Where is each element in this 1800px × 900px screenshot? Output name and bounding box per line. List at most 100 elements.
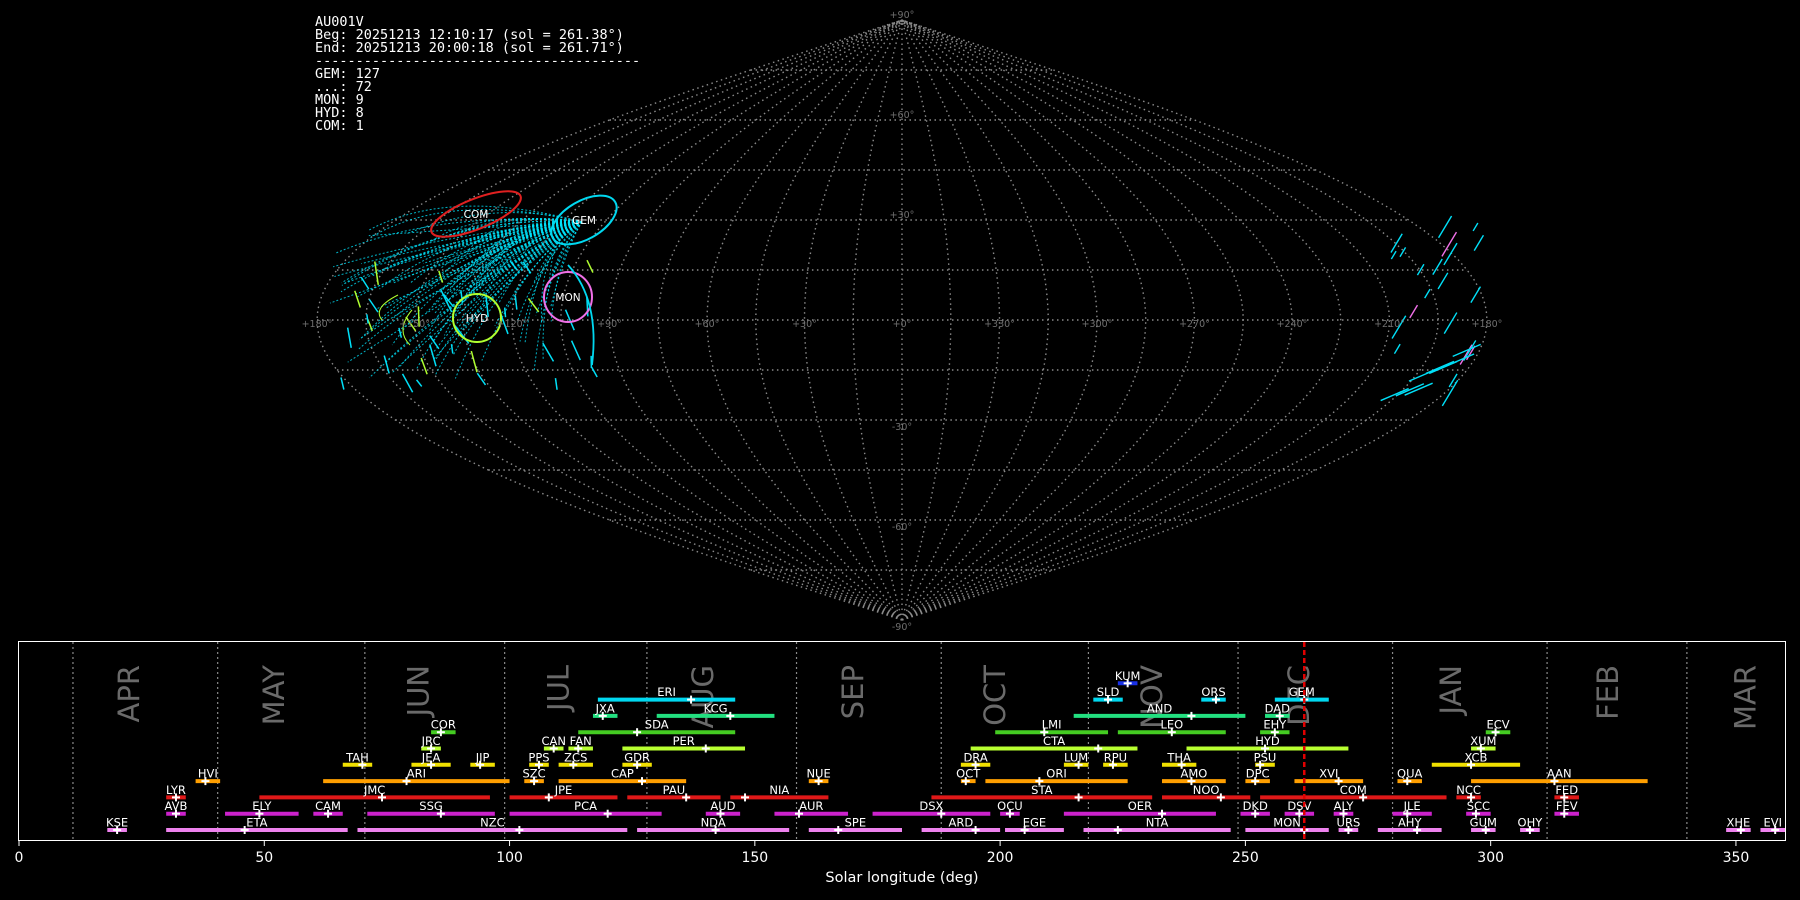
shower-label: JLE [1403,799,1421,813]
x-tick-label: 50 [255,850,273,866]
meteor-trails [329,205,1485,407]
month-label: DEC [1282,665,1316,726]
x-tick-label: 300 [1477,850,1504,866]
meteor-trail [368,298,379,313]
meteor-trail [346,327,352,348]
shower-label: CAM [315,799,341,813]
shower-label: CTA [1043,734,1065,748]
shower-label: ECV [1486,718,1509,732]
shower-label: PER [673,734,695,748]
latitude-label: +30° [890,210,915,221]
shower-label: GEM [1289,685,1315,699]
radiant-label: COM [464,209,489,221]
meteor-trail [1437,215,1453,239]
shower-label: NZC [480,816,505,830]
shower-label: ERI [657,685,676,699]
latitude-label: -60° [892,522,912,533]
longitude-label: +270° [1179,319,1210,330]
shower-label: SPE [845,816,867,830]
timeline-frame [18,641,1786,841]
shower-label: DRA [963,750,987,764]
x-tick-label: 150 [741,850,768,866]
shower-label: FED [1555,783,1578,797]
meteor-trail [1399,247,1407,258]
longitude-label: +120° [497,319,528,330]
shower-label: AMO [1180,767,1207,781]
meteor-trail [1409,304,1419,319]
month-label: JUN [402,665,436,718]
shower-label: AAN [1547,767,1572,781]
shower-label: CAN [541,734,566,748]
meteor-trail [383,355,390,374]
shower-label: ORI [1046,767,1066,781]
month-label: JAN [1434,665,1468,717]
shower-label: JEA [421,750,441,764]
shower-label: SCC [1467,799,1490,813]
latitude-label: -30° [892,422,912,433]
shower-label: JPE [554,783,573,797]
shower-label: COM [1340,783,1367,797]
shower-label: OCU [997,799,1023,813]
shower-label: ZCS [564,750,587,764]
mon-trail [567,264,595,366]
shower-label: KUM [1115,669,1141,683]
meteor-trail [366,314,369,324]
shower-label: NIA [769,783,789,797]
x-tick-label: 250 [1232,850,1259,866]
latitude-label: -90° [892,622,912,633]
meteor-trail [1425,360,1455,374]
shower-label: MON [1273,816,1301,830]
meteor-trail [1441,231,1458,257]
x-axis: 0 50 100 150 200 250 300 350 [15,841,1750,866]
shower-label: HYD [1255,734,1280,748]
shower-label: AUD [710,799,735,813]
shower-label: LYR [166,783,186,797]
meteor-trail [514,295,518,310]
meteor-trail [570,340,581,361]
longitude-label: +180° [1472,319,1503,330]
radiant-label: GEM [572,215,596,227]
meteor-trail [503,307,507,318]
longitude-label: +0° [893,319,912,330]
meteor-trail [454,325,470,344]
shower-label: ARD [949,816,974,830]
longitude-label: +60° [695,319,720,330]
shower-label: EVI [1763,816,1782,830]
meteor-trail [429,344,437,367]
shower-label: DSX [919,799,943,813]
x-tick-label: 200 [987,850,1014,866]
shower-label: TAH [345,750,369,764]
shower-label: PPS [528,750,549,764]
shower-label: ALY [1334,799,1355,813]
meteor-trail [1424,288,1431,299]
shower-label: SDA [645,718,669,732]
meteor-trail [1473,234,1485,251]
x-tick-label: 100 [496,850,523,866]
shower-label: GUM [1470,816,1497,830]
radiant-label: MON [555,292,580,304]
x-tick-label: 350 [1723,850,1750,866]
shower-label: OHY [1518,816,1544,830]
shower-label: SZC [522,767,545,781]
month-label: SEP [836,665,870,719]
meridian-line [901,19,1391,621]
meteor-trail [1432,258,1443,275]
meteor-trail [415,379,423,387]
meteor-trail [476,372,487,386]
longitude-label: +300° [1082,319,1113,330]
longitude-label: +180° [302,319,333,330]
meridian-line [365,19,903,621]
month-label: AUG [686,665,720,729]
month-label: FEB [1591,665,1625,720]
shower-label: XCB [1464,750,1487,764]
meteor-trail [360,276,370,290]
longitude-label: +30° [792,319,817,330]
shower-label: ELY [252,799,272,813]
shower-label: DPC [1246,767,1270,781]
x-tick-label: 0 [15,850,24,866]
meteor-trail [1437,272,1449,290]
latitude-label: +60° [890,110,915,121]
shower-label: NDA [701,816,726,830]
shower-label: FAN [570,734,592,748]
shower-label: GDR [624,750,650,764]
